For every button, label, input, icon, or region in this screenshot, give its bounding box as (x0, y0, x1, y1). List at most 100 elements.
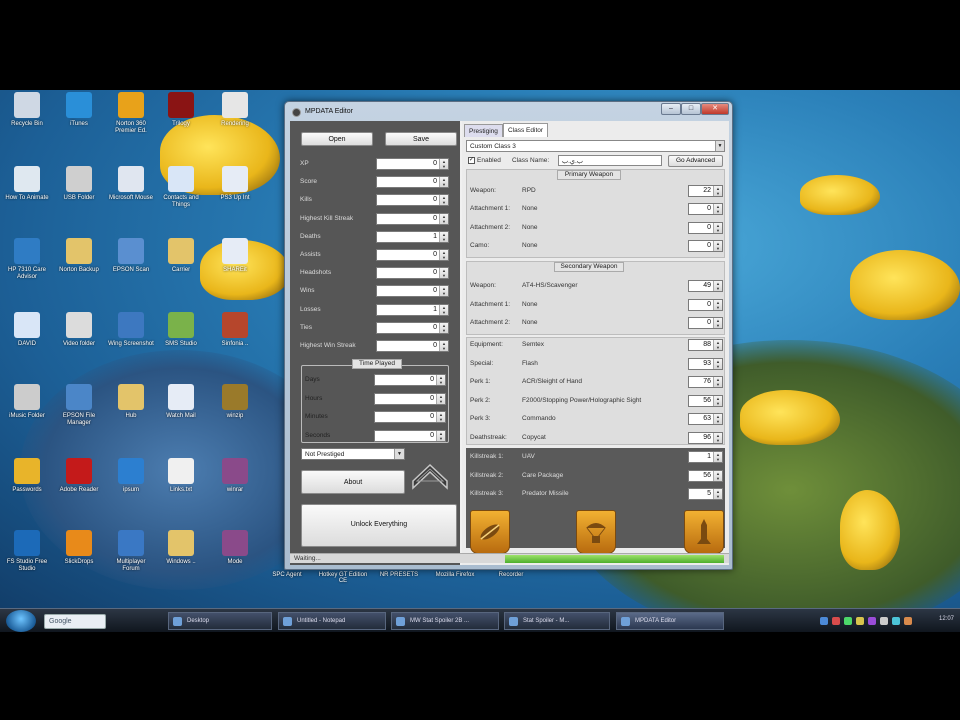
tray-icon[interactable] (820, 617, 828, 625)
tray-icon[interactable] (856, 617, 864, 625)
desktop-icon[interactable]: Links.txt (158, 458, 204, 516)
maximize-button[interactable]: □ (681, 103, 701, 115)
spinner-arrows[interactable]: ▲ ▼ (713, 452, 722, 462)
spinner-arrows[interactable]: ▲ ▼ (713, 395, 722, 406)
desktop-icon[interactable]: DAVID (4, 312, 50, 370)
tray-icon[interactable] (904, 617, 912, 625)
desktop-icon[interactable]: How To Animate (4, 166, 50, 224)
minimize-button[interactable]: – (661, 103, 681, 115)
spinner-arrows[interactable]: ▲ ▼ (713, 186, 722, 196)
spinner-arrows[interactable]: ▲ ▼ (439, 159, 448, 169)
stat-field[interactable]: 0 ▲ ▼ (376, 267, 449, 280)
spinner-arrows[interactable]: ▲ ▼ (713, 414, 722, 424)
desktop-icon[interactable]: Trilogy (158, 92, 204, 150)
desktop-icon[interactable]: Passwords (4, 458, 50, 516)
spinner-arrows[interactable]: ▲ ▼ (713, 340, 722, 350)
spinner-arrows[interactable]: ▲ ▼ (713, 281, 722, 291)
desktop-icon-label[interactable]: NR PRESETS (374, 572, 424, 578)
desktop-icon[interactable]: Wing Screenshot (108, 312, 154, 370)
spinner-arrows[interactable]: ▲ ▼ (439, 304, 448, 315)
row-number-field[interactable]: 63 ▲ ▼ (688, 413, 723, 425)
row-number-field[interactable]: 56 ▲ ▼ (688, 469, 723, 482)
spinner-arrows[interactable]: ▲ ▼ (436, 375, 445, 385)
spinner-arrows[interactable]: ▲ ▼ (439, 322, 448, 333)
stat-field[interactable]: 0 ▲ ▼ (376, 249, 449, 261)
row-number-field[interactable]: 0 ▲ ▼ (688, 298, 723, 311)
row-number-field[interactable]: 56 ▲ ▼ (688, 394, 723, 407)
row-value[interactable]: None (522, 319, 538, 326)
row-value[interactable]: Copycat (522, 434, 546, 441)
spinner-arrows[interactable]: ▲ ▼ (713, 432, 722, 443)
close-button[interactable]: ✕ (701, 103, 729, 115)
spinner-arrows[interactable]: ▲ ▼ (713, 299, 722, 310)
desktop-icon[interactable]: FS Studio Free Studio (4, 530, 50, 588)
stat-field[interactable]: 0 ▲ ▼ (376, 340, 449, 352)
spinner-arrows[interactable]: ▲ ▼ (439, 213, 448, 224)
row-value[interactable]: ACR/Sleight of Hand (522, 378, 582, 385)
desktop-icon-label[interactable]: Hotkey GT Edition CE (318, 572, 368, 584)
row-number-field[interactable]: 0 ▲ ▼ (688, 221, 723, 234)
desktop-icon[interactable]: winrar (212, 458, 258, 516)
desktop-icon[interactable]: iTunes (56, 92, 102, 150)
tray-icon[interactable] (892, 617, 900, 625)
row-number-field[interactable]: 76 ▲ ▼ (688, 376, 723, 388)
tray-icon[interactable] (832, 617, 840, 625)
desktop-icon[interactable]: Hub (108, 384, 154, 442)
taskbar-item[interactable]: Untitled - Notepad (278, 612, 386, 630)
desktop-icon[interactable]: Adobe Reader (56, 458, 102, 516)
spinner-arrows[interactable]: ▲ ▼ (436, 393, 445, 404)
prestige-select[interactable]: Not Prestiged ▼ (301, 448, 405, 460)
desktop-icon[interactable]: USB Folder (56, 166, 102, 224)
stat-field[interactable]: 0 ▲ ▼ (376, 158, 449, 170)
spinner-arrows[interactable]: ▲ ▼ (439, 286, 448, 297)
spinner-arrows[interactable]: ▲ ▼ (439, 177, 448, 188)
tray-icon[interactable] (844, 617, 852, 625)
row-value[interactable]: None (522, 242, 538, 249)
spinner-arrows[interactable]: ▲ ▼ (439, 341, 448, 351)
spinner-arrows[interactable]: ▲ ▼ (436, 412, 445, 422)
spinner-arrows[interactable]: ▲ ▼ (439, 195, 448, 206)
stat-field[interactable]: 1 ▲ ▼ (376, 230, 449, 243)
stat-field[interactable]: 0 ▲ ▼ (376, 212, 449, 225)
start-button[interactable] (6, 610, 36, 632)
tab-prestiging[interactable]: Prestiging (464, 124, 503, 137)
desktop-icon[interactable]: Windows .. (158, 530, 204, 588)
row-number-field[interactable]: 88 ▲ ▼ (688, 339, 723, 351)
row-value[interactable]: AT4-HS/Scavenger (522, 282, 578, 289)
desktop-icon[interactable]: Video folder (56, 312, 102, 370)
row-value[interactable]: Flash (522, 360, 538, 367)
stat-field[interactable]: 0 ▲ ▼ (376, 176, 449, 189)
time-field[interactable]: 0 ▲ ▼ (374, 411, 446, 423)
row-value[interactable]: Semtex (522, 341, 544, 348)
desktop-icon[interactable]: winzip (212, 384, 258, 442)
spinner-arrows[interactable]: ▲ ▼ (439, 231, 448, 242)
row-number-field[interactable]: 1 ▲ ▼ (688, 451, 723, 463)
row-value[interactable]: Commando (522, 415, 556, 422)
about-button[interactable]: About (301, 470, 405, 494)
desktop-icon[interactable]: iMusic Folder (4, 384, 50, 442)
row-number-field[interactable]: 0 ▲ ▼ (688, 239, 723, 252)
desktop-icon[interactable]: SHAREit (212, 238, 258, 296)
spinner-arrows[interactable]: ▲ ▼ (436, 430, 445, 441)
row-value[interactable]: None (522, 224, 538, 231)
row-number-field[interactable]: 0 ▲ ▼ (688, 203, 723, 216)
row-number-field[interactable]: 5 ▲ ▼ (688, 488, 723, 500)
desktop-icon[interactable]: PS3 Up Int (212, 166, 258, 224)
stat-field[interactable]: 1 ▲ ▼ (376, 303, 449, 316)
class-name-input[interactable]: ب.ي.ب (558, 155, 662, 166)
desktop-icon[interactable]: ipsum (108, 458, 154, 516)
stat-field[interactable]: 0 ▲ ▼ (376, 285, 449, 298)
spinner-arrows[interactable]: ▲ ▼ (439, 268, 448, 279)
desktop-icon[interactable]: SMS Studio (158, 312, 204, 370)
desktop-icon[interactable]: Recycle Bin (4, 92, 50, 150)
taskbar-item[interactable]: MW Stat Spoiler 2B ... (391, 612, 499, 630)
class-select[interactable]: Custom Class 3 ▼ (466, 140, 725, 152)
unlock-everything-button[interactable]: Unlock Everything (301, 504, 457, 547)
desktop-icon[interactable]: Contacts and Things (158, 166, 204, 224)
tray-icon[interactable] (880, 617, 888, 625)
desktop-icon[interactable]: Microsoft Mouse (108, 166, 154, 224)
spinner-arrows[interactable]: ▲ ▼ (713, 470, 722, 481)
desktop-icon-label[interactable]: SPC Agent (262, 572, 312, 578)
row-number-field[interactable]: 49 ▲ ▼ (688, 280, 723, 292)
row-number-field[interactable]: 0 ▲ ▼ (688, 317, 723, 329)
